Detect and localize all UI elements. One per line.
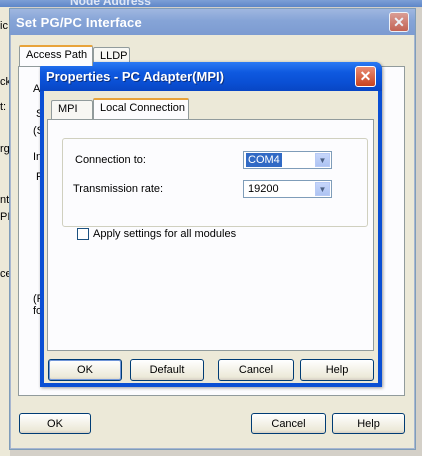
background-fragment: ic — [0, 20, 8, 32]
connection-to-value: COM4 — [246, 153, 282, 167]
button-label: OK — [47, 417, 63, 430]
dropdown-arrow-icon[interactable]: ▼ — [315, 153, 330, 167]
button-label: OK — [77, 364, 93, 376]
apply-all-modules-checkbox[interactable] — [77, 228, 89, 240]
background-window-title: Node Address — [70, 0, 151, 8]
properties-cancel-button[interactable]: Cancel — [218, 359, 294, 381]
outer-dialog-title: Set PG/PC Interface — [16, 15, 142, 30]
button-label: Cancel — [271, 417, 306, 430]
background-fragment: t: — [0, 101, 7, 113]
close-icon: ✕ — [359, 68, 372, 84]
button-label: Cancel — [238, 364, 274, 376]
button-label: Help — [357, 417, 380, 430]
tab-local-connection[interactable]: Local Connection — [93, 98, 189, 119]
tab-label: Local Connection — [100, 102, 186, 114]
properties-close-button[interactable]: ✕ — [355, 66, 376, 87]
background-fragment: nt — [0, 194, 10, 206]
tab-label: MPI — [58, 103, 78, 115]
button-label: Help — [325, 364, 349, 376]
tab-access-path[interactable]: Access Path — [19, 45, 93, 66]
properties-ok-button[interactable]: OK — [48, 359, 122, 381]
outer-help-button[interactable]: Help — [332, 413, 405, 434]
button-label: Default — [149, 364, 185, 376]
close-icon: ✕ — [393, 13, 405, 30]
properties-dialog-titlebar[interactable]: Properties - PC Adapter(MPI) ✕ — [40, 62, 382, 91]
background-window-titlebar: Node Address — [0, 0, 422, 8]
outer-dialog-titlebar[interactable]: Set PG/PC Interface ✕ — [10, 9, 415, 35]
outer-cancel-button[interactable]: Cancel — [251, 413, 326, 434]
transmission-rate-label: Transmission rate: — [73, 183, 164, 195]
outer-close-button[interactable]: ✕ — [389, 12, 409, 32]
connection-to-label: Connection to: — [75, 154, 146, 166]
transmission-rate-value: 19200 — [248, 183, 279, 195]
transmission-rate-select[interactable]: 19200 ▼ — [243, 180, 332, 198]
tab-label: LLDP — [100, 50, 128, 62]
outer-ok-button[interactable]: OK — [19, 413, 91, 434]
connection-to-select[interactable]: COM4 ▼ — [243, 151, 332, 169]
local-connection-panel: Connection to: COM4 ▼ Transmission rate:… — [47, 119, 374, 351]
properties-default-button[interactable]: Default — [130, 359, 204, 381]
tab-label: Access Path — [26, 49, 88, 61]
properties-help-button[interactable]: Help — [300, 359, 374, 381]
properties-dialog-body: MPI Local Connection Connection to: COM4… — [44, 91, 378, 383]
tab-mpi[interactable]: MPI — [51, 100, 93, 119]
properties-dialog: Properties - PC Adapter(MPI) ✕ MPI Local… — [40, 62, 382, 387]
apply-all-modules-label: Apply settings for all modules — [93, 228, 237, 240]
properties-dialog-title: Properties - PC Adapter(MPI) — [46, 69, 224, 84]
dropdown-arrow-icon[interactable]: ▼ — [315, 182, 330, 196]
